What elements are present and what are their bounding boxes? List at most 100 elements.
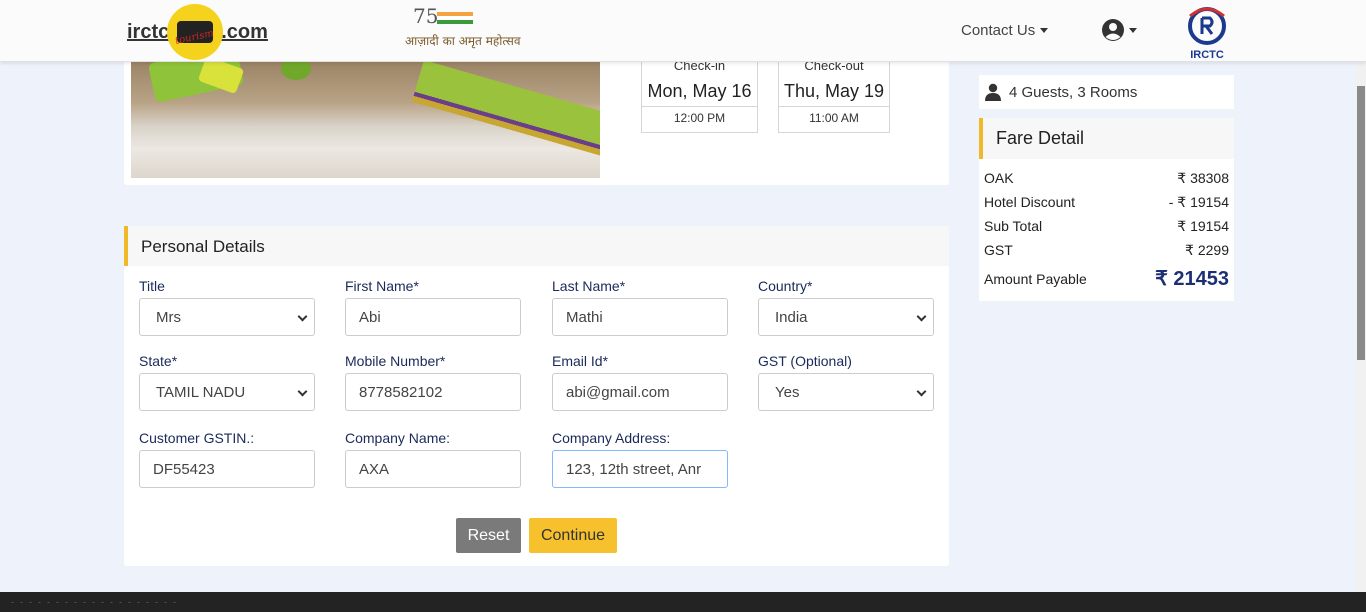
state-value: TAMIL NADU	[156, 383, 246, 401]
fare-row-label: OAK	[984, 170, 1014, 186]
user-circle-icon	[1102, 19, 1124, 41]
personal-details-header: Personal Details	[124, 226, 949, 266]
chevron-down-icon	[297, 386, 308, 397]
mobile-field: Mobile Number* 8778582102	[345, 352, 521, 411]
azadi-text: आज़ादी का अमृत महोत्सव	[405, 34, 521, 48]
checkout-box: Check-out Thu, May 19 11:00 AM	[778, 59, 890, 133]
fare-row: OAK ₹ 38308	[984, 170, 1229, 187]
email-field: Email Id* abi@gmail.com	[552, 352, 728, 411]
contact-us-label: Contact Us	[961, 22, 1036, 39]
company-address-field: Company Address: 123, 12th street, Anr	[552, 429, 728, 488]
chevron-down-icon	[916, 386, 927, 397]
checkin-time: 12:00 PM	[642, 106, 757, 128]
gstin-value: DF55423	[153, 460, 215, 478]
first-name-field: First Name* Abi	[345, 277, 521, 336]
amount-payable-value: ₹ 21453	[1155, 268, 1229, 290]
country-label: Country*	[758, 278, 813, 294]
fare-detail-card: Fare Detail OAK ₹ 38308 Hotel Discount -…	[979, 118, 1234, 301]
fare-row: Hotel Discount - ₹ 19154	[984, 194, 1229, 211]
fare-row: Sub Total ₹ 19154	[984, 218, 1229, 235]
checkin-date: Mon, May 16	[647, 81, 752, 101]
azadi-ka-amrit-mahotsav-logo: 75 आज़ादी का अमृत महोत्सव	[405, 4, 521, 58]
title-label: Title	[139, 278, 165, 294]
fare-row-amount: - ₹ 19154	[1168, 194, 1229, 210]
user-menu-dropdown[interactable]	[1101, 18, 1137, 42]
gst-field: GST (Optional) Yes	[758, 352, 934, 411]
continue-button[interactable]: Continue	[529, 518, 617, 553]
checkout-time: 11:00 AM	[779, 106, 889, 128]
fare-row: GST ₹ 2299	[984, 242, 1229, 259]
last-name-input[interactable]: Mathi	[552, 298, 728, 336]
country-value: India	[775, 308, 808, 326]
mobile-label: Mobile Number*	[345, 353, 446, 369]
fare-row-amount: ₹ 19154	[1177, 218, 1229, 234]
title-field: Title Mrs	[139, 277, 315, 336]
company-name-label: Company Name:	[345, 430, 451, 446]
company-name-field: Company Name: AXA	[345, 429, 521, 488]
title-value: Mrs	[156, 308, 181, 326]
first-name-input[interactable]: Abi	[345, 298, 521, 336]
last-name-value: Mathi	[566, 308, 603, 326]
site-header: irctc tourism .com 75 आज़ादी का अमृत महो…	[0, 0, 1366, 62]
fare-row-label: GST	[984, 242, 1013, 258]
fare-row-amount: ₹ 38308	[1177, 170, 1229, 186]
personal-details-title: Personal Details	[141, 237, 265, 256]
page-scrollbar-thumb[interactable]	[1357, 86, 1365, 360]
flag-icon	[437, 12, 473, 24]
site-footer	[0, 592, 1366, 612]
first-name-value: Abi	[359, 308, 381, 326]
state-field: State* TAMIL NADU	[139, 352, 315, 411]
company-name-value: AXA	[359, 460, 390, 478]
irctc-tourism-logo[interactable]: irctc tourism .com	[127, 4, 268, 60]
country-field: Country* India	[758, 277, 934, 336]
guests-rooms-text: 4 Guests, 3 Rooms	[1009, 83, 1138, 101]
gstin-input[interactable]: DF55423	[139, 450, 315, 488]
train-emblem-icon: tourism	[167, 4, 224, 60]
email-label: Email Id*	[552, 353, 609, 369]
gst-select[interactable]: Yes	[758, 373, 934, 411]
logo-text-right: .com	[221, 20, 268, 43]
email-input[interactable]: abi@gmail.com	[552, 373, 728, 411]
gstin-label: Customer GSTIN.:	[139, 430, 255, 446]
checkout-date: Thu, May 19	[783, 81, 885, 101]
country-select[interactable]: India	[758, 298, 934, 336]
footer-dot-pattern	[8, 600, 178, 603]
chevron-down-icon	[916, 311, 927, 322]
state-label: State*	[139, 353, 178, 369]
checkin-box: Check-in Mon, May 16 12:00 PM	[641, 59, 758, 133]
gst-value: Yes	[775, 383, 800, 401]
mobile-input[interactable]: 8778582102	[345, 373, 521, 411]
last-name-label: Last Name*	[552, 278, 626, 294]
last-name-field: Last Name* Mathi	[552, 277, 728, 336]
logo-text-left: irctc	[127, 20, 170, 43]
hotel-summary-card: Check-in Mon, May 16 12:00 PM Check-out …	[124, 59, 949, 185]
first-name-label: First Name*	[345, 278, 419, 294]
contact-us-dropdown[interactable]: Contact Us	[961, 22, 1049, 39]
form-actions: Reset Continue	[456, 518, 617, 553]
amount-payable-row: Amount Payable ₹ 21453	[984, 266, 1229, 291]
personal-details-card: Personal Details Title Mrs First Name* A…	[124, 226, 949, 566]
fare-row-amount: ₹ 2299	[1185, 242, 1229, 258]
caret-down-icon	[1040, 28, 1049, 33]
state-select[interactable]: TAMIL NADU	[139, 373, 315, 411]
chevron-down-icon	[297, 311, 308, 322]
caret-down-icon	[1129, 27, 1137, 33]
irctc-emblem-icon	[1188, 7, 1226, 45]
company-address-input[interactable]: 123, 12th street, Anr	[552, 450, 728, 488]
email-value: abi@gmail.com	[566, 383, 670, 401]
fare-row-label: Sub Total	[984, 218, 1043, 234]
guests-rooms-summary: 4 Guests, 3 Rooms	[979, 75, 1234, 109]
mobile-value: 8778582102	[359, 383, 443, 401]
azadi-number: 75	[413, 4, 439, 28]
irctc-label: IRCTC	[1190, 49, 1224, 61]
reset-button[interactable]: Reset	[456, 518, 521, 553]
amount-payable-label: Amount Payable	[984, 270, 1087, 287]
irctc-logo[interactable]: IRCTC	[1183, 4, 1231, 61]
fare-detail-header: Fare Detail	[979, 118, 1234, 159]
company-name-input[interactable]: AXA	[345, 450, 521, 488]
company-address-label: Company Address:	[552, 430, 671, 446]
title-select[interactable]: Mrs	[139, 298, 315, 336]
company-address-value: 123, 12th street, Anr	[566, 460, 702, 478]
user-icon	[985, 83, 1001, 101]
fare-detail-title: Fare Detail	[996, 128, 1085, 148]
